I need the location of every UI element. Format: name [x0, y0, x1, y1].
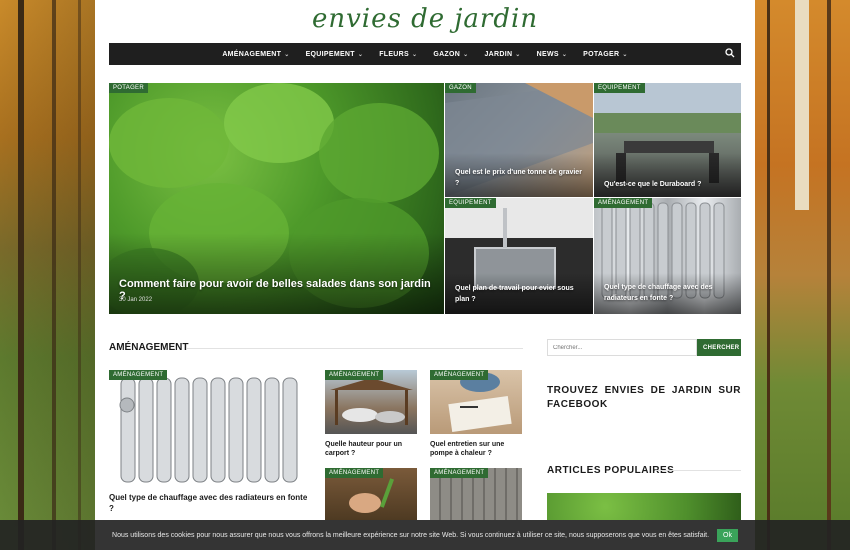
chevron-down-icon: ⌄ [561, 51, 568, 58]
sidebar-search-input[interactable] [547, 339, 697, 356]
featured-article-radiator[interactable]: AMÉNAGEMENT Quel type de chauffage avec … [594, 198, 741, 314]
article-title[interactable]: Comment faire pour avoir de belles salad… [119, 278, 439, 302]
section-heading: AMÉNAGEMENT [109, 342, 189, 353]
section-article-pump-image[interactable]: AMÉNAGEMENT [430, 370, 522, 434]
chevron-down-icon: ⌄ [515, 51, 521, 58]
section-main-article-image[interactable]: AMÉNAGEMENT [109, 370, 309, 485]
article-title[interactable]: Quel entretien sur une pompe à chaleur ? [430, 440, 525, 458]
category-tag[interactable]: POTAGER [109, 83, 148, 93]
sidebar-search-button[interactable]: CHERCHER [697, 339, 741, 356]
background-forest-left [0, 0, 95, 550]
category-tag[interactable]: AMÉNAGEMENT [325, 468, 384, 478]
chevron-down-icon: ⌄ [357, 51, 364, 58]
nav-item-news[interactable]: NEWS ⌄ [537, 51, 568, 58]
chevron-down-icon: ⌄ [463, 51, 469, 58]
page-container: envies de jardin AMÉNAGEMENT ⌄ EQUIPEMENT… [95, 0, 755, 550]
article-title[interactable]: Quelle hauteur pour un carport ? [325, 440, 420, 458]
section-article-carport-image[interactable]: AMÉNAGEMENT [325, 370, 417, 434]
cookie-consent-bar: Nous utilisons des cookies pour nous ass… [0, 520, 850, 550]
category-tag[interactable]: GAZON [445, 83, 476, 93]
main-navigation: AMÉNAGEMENT ⌄ EQUIPEMENT ⌄ FLEURS ⌄ GAZON ⌄ … [109, 43, 741, 65]
article-title[interactable]: Quel plan de travail pour evier sous pla… [455, 283, 585, 305]
chevron-down-icon: ⌄ [622, 51, 628, 58]
featured-article-gravel[interactable]: GAZON Quel est le prix d'une tonne de gr… [445, 83, 593, 197]
nav-item-fleurs[interactable]: FLEURS ⌄ [379, 51, 417, 58]
radiator-image [119, 377, 298, 483]
featured-article-sink[interactable]: EQUIPEMENT Quel plan de travail pour evi… [445, 198, 593, 314]
nav-item-jardin[interactable]: JARDIN ⌄ [484, 51, 520, 58]
cookie-accept-button[interactable]: Ok [717, 528, 738, 542]
section-divider [187, 348, 523, 349]
popular-article-image[interactable] [547, 493, 741, 520]
nav-item-equipement[interactable]: EQUIPEMENT ⌄ [306, 51, 364, 58]
chevron-down-icon: ⌄ [284, 51, 290, 58]
article-title[interactable]: Quel type de chauffage avec des radiateu… [604, 282, 734, 304]
category-tag[interactable]: EQUIPEMENT [594, 83, 645, 93]
popular-divider [655, 470, 741, 471]
nav-item-potager[interactable]: POTAGER ⌄ [583, 51, 628, 58]
article-title[interactable]: Qu'est-ce que le Duraboard ? [604, 179, 734, 190]
article-title[interactable]: Quel type de chauffage avec des radiateu… [109, 492, 309, 514]
nav-item-gazon[interactable]: GAZON ⌄ [433, 51, 468, 58]
facebook-widget-title: TROUVEZ ENVIES DE JARDIN SUR FACEBOOK [547, 385, 741, 410]
category-tag[interactable]: AMÉNAGEMENT [594, 198, 653, 208]
section-article-soil-image[interactable]: AMÉNAGEMENT [325, 468, 417, 520]
featured-article-terrace[interactable]: EQUIPEMENT Qu'est-ce que le Duraboard ? [594, 83, 741, 197]
background-forest-right [755, 0, 850, 550]
category-tag[interactable]: AMÉNAGEMENT [325, 370, 384, 380]
article-date: 30 Jan 2022 [119, 297, 153, 303]
nav-item-amenagement[interactable]: AMÉNAGEMENT ⌄ [222, 51, 289, 58]
section-article-deck-image[interactable]: AMÉNAGEMENT [430, 468, 522, 520]
category-tag[interactable]: AMÉNAGEMENT [430, 468, 489, 478]
article-title[interactable]: Quel est le prix d'une tonne de gravier … [455, 167, 585, 189]
site-logo[interactable]: envies de jardin [95, 4, 755, 34]
category-tag[interactable]: AMÉNAGEMENT [109, 370, 168, 380]
chevron-down-icon: ⌄ [412, 51, 418, 58]
cookie-message: Nous utilisons des cookies pour nous ass… [112, 531, 710, 539]
category-tag[interactable]: AMÉNAGEMENT [430, 370, 489, 380]
search-icon[interactable] [725, 48, 735, 58]
category-tag[interactable]: EQUIPEMENT [445, 198, 496, 208]
featured-main-article[interactable]: POTAGER Comment faire pour avoir de bell… [109, 83, 444, 314]
